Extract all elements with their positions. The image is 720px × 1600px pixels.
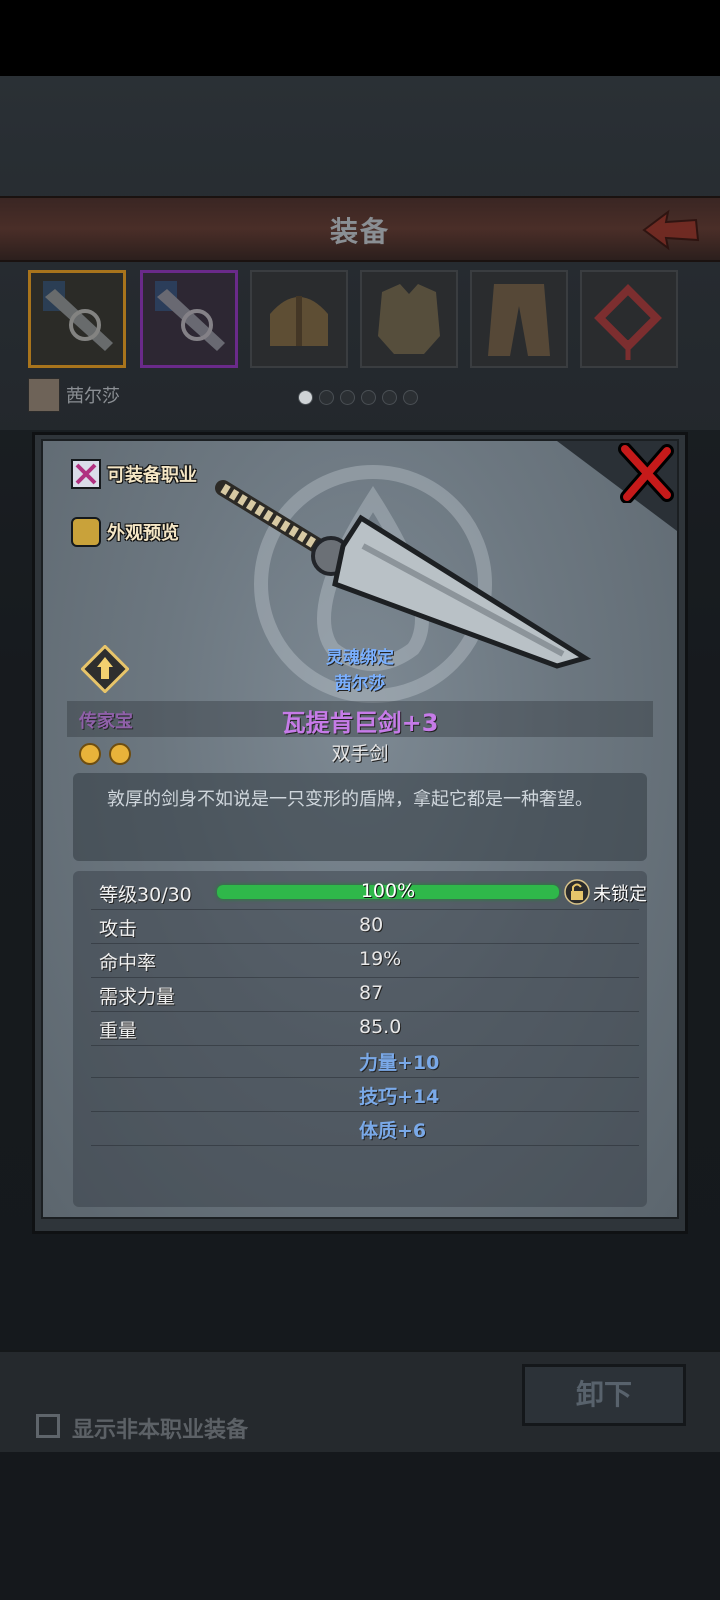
stat-label: 命中率 bbox=[99, 952, 157, 974]
stat-label: 重量 bbox=[99, 1020, 138, 1042]
preview-icon bbox=[71, 517, 101, 547]
helmet-icon bbox=[270, 296, 328, 346]
accessory-slot[interactable] bbox=[580, 270, 678, 368]
lock-icon[interactable] bbox=[564, 879, 590, 905]
page-dot bbox=[298, 390, 313, 405]
stat-row-strength-req: 需求力量 87 bbox=[91, 977, 639, 1012]
character-name: 茜尔莎 bbox=[66, 386, 120, 407]
stat-label: 需求力量 bbox=[99, 986, 176, 1008]
stats-panel: 等级30/30 100% 未锁定 攻击 80 命中率 19% 需求力量 87 重… bbox=[73, 871, 647, 1207]
pants-slot[interactable] bbox=[470, 270, 568, 368]
item-type: 双手剑 bbox=[331, 743, 389, 765]
stat-value: 87 bbox=[359, 982, 384, 1004]
stat-row-weight: 重量 85.0 bbox=[91, 1011, 639, 1046]
page-dot bbox=[319, 390, 334, 405]
class-icon bbox=[71, 459, 101, 489]
bonus-value: 体质+6 bbox=[359, 1120, 427, 1142]
sword-icon bbox=[43, 281, 113, 351]
description-box: 敦厚的剑身不如说是一只变形的盾牌，拿起它都是一种奢望。 bbox=[73, 773, 647, 861]
item-detail-dialog: 可装备职业 外观预览 传家宝 灵魂绑定 茜尔莎 瓦提肯巨剑+3 双手剑 敦厚的剑… bbox=[32, 432, 688, 1234]
back-arrow-icon[interactable] bbox=[638, 206, 702, 252]
item-description: 敦厚的剑身不如说是一只变形的盾牌，拿起它都是一种奢望。 bbox=[107, 789, 593, 810]
bonus-row: 体质+6 bbox=[91, 1111, 639, 1146]
bonus-value: 力量+10 bbox=[359, 1052, 440, 1074]
page-indicator bbox=[298, 390, 424, 409]
stat-row-attack: 攻击 80 bbox=[91, 909, 639, 944]
weapon-slot-2[interactable] bbox=[140, 270, 238, 368]
bonus-value: 技巧+14 bbox=[359, 1086, 440, 1108]
equip-class-label: 可装备职业 bbox=[107, 465, 197, 486]
level-label: 等级30/30 bbox=[99, 884, 192, 906]
sword-icon bbox=[155, 281, 225, 351]
unequip-button[interactable]: 卸下 bbox=[522, 1364, 686, 1426]
bonus-row: 技巧+14 bbox=[91, 1077, 639, 1112]
lock-label: 未锁定 bbox=[593, 884, 647, 905]
armor-slot[interactable] bbox=[360, 270, 458, 368]
dialog-body: 可装备职业 外观预览 传家宝 灵魂绑定 茜尔莎 瓦提肯巨剑+3 双手剑 敦厚的剑… bbox=[41, 439, 679, 1219]
avatar bbox=[28, 378, 60, 412]
appearance-preview-label: 外观预览 bbox=[107, 523, 179, 544]
stat-label: 攻击 bbox=[99, 918, 138, 940]
level-row: 等级30/30 100% 未锁定 bbox=[91, 875, 647, 910]
page-dot bbox=[340, 390, 355, 405]
stat-value: 80 bbox=[359, 914, 384, 936]
appearance-preview-option[interactable]: 外观预览 bbox=[71, 517, 179, 547]
knot-icon bbox=[594, 284, 662, 360]
helmet-slot[interactable] bbox=[250, 270, 348, 368]
close-icon[interactable] bbox=[617, 443, 675, 503]
level-progress-text: 100% bbox=[360, 880, 416, 902]
page-dot bbox=[382, 390, 397, 405]
show-other-class-label[interactable]: 显示非本职业装备 bbox=[72, 1412, 248, 1444]
stat-value: 85.0 bbox=[359, 1016, 402, 1038]
stat-value: 19% bbox=[359, 948, 402, 970]
equipment-slots bbox=[28, 270, 692, 370]
soulbound-label: 灵魂绑定 bbox=[326, 648, 394, 668]
equip-class-option[interactable]: 可装备职业 bbox=[71, 459, 197, 489]
armor-icon bbox=[378, 284, 440, 354]
page-dot bbox=[403, 390, 418, 405]
item-name: 瓦提肯巨剑+3 bbox=[281, 709, 439, 737]
header-bar: 装备 bbox=[0, 196, 720, 262]
show-other-class-checkbox[interactable] bbox=[36, 1414, 60, 1438]
page-dot bbox=[361, 390, 376, 405]
bonus-row: 力量+10 bbox=[91, 1043, 639, 1078]
page-title: 装备 bbox=[329, 215, 390, 248]
soulbound-owner: 茜尔莎 bbox=[334, 674, 386, 694]
status-bar bbox=[0, 0, 720, 76]
stat-row-accuracy: 命中率 19% bbox=[91, 943, 639, 978]
weapon-slot-1[interactable] bbox=[28, 270, 126, 368]
pants-icon bbox=[488, 284, 550, 356]
